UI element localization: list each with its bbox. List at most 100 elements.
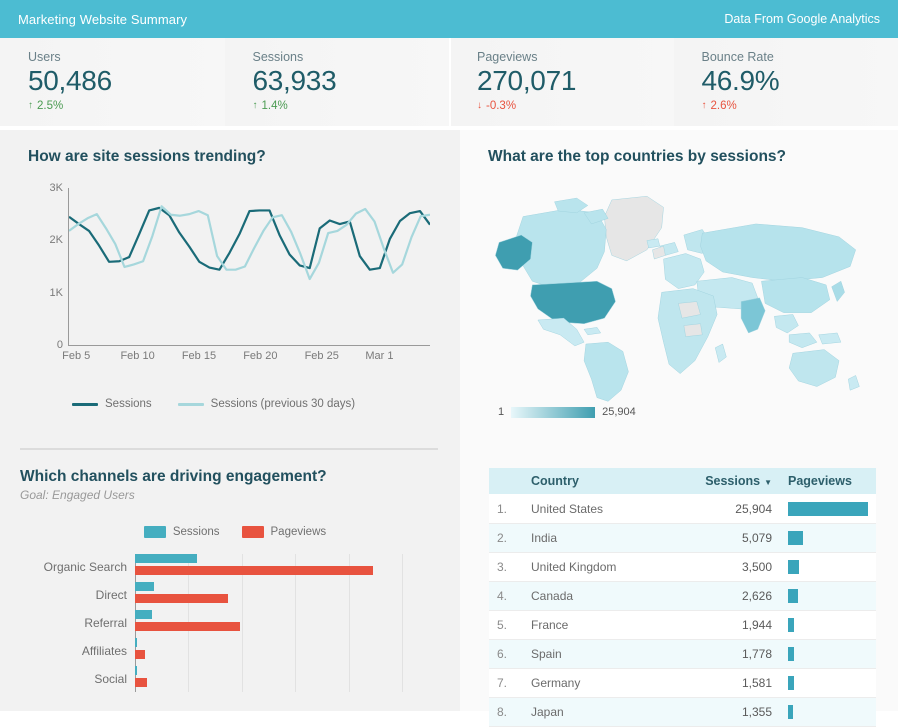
countries-map-panel: What are the top countries by sessions? [460,130,898,412]
legend-label: Sessions (previous 30 days) [211,398,355,410]
table-row[interactable]: 8.Japan1,355 [489,698,876,727]
table-row[interactable]: 4.Canada2,626 [489,582,876,611]
scorecard-label: Users [28,50,225,64]
cell-country: Japan [523,698,664,727]
pageviews-bar [788,560,799,574]
bar-pageviews [135,566,373,575]
column-header-sessions[interactable]: Sessions ▼ [664,468,780,495]
cell-country: Germany [523,669,664,698]
pageviews-bar [788,502,868,516]
y-tick-2k: 2K [50,234,63,246]
cell-pageviews [780,698,876,727]
cell-pageviews [780,669,876,698]
map-color-legend: 1 25,904 [498,406,636,418]
legend-item-sessions[interactable]: Sessions [144,526,220,538]
sessions-line-chart[interactable]: 3K 2K 1K 0 Feb 5 Feb 10 Feb 15 Feb 20 Fe… [28,188,440,368]
bar-row[interactable]: Social [135,666,440,692]
table-row[interactable]: 7.Germany1,581 [489,669,876,698]
scorecard-delta-value: -0.3% [486,100,516,112]
sort-descending-icon[interactable]: ▼ [764,478,772,487]
bar-pageviews [135,678,147,687]
channels-panel-title: Which channels are driving engagement? [20,468,440,486]
pageviews-bar [788,531,803,545]
cell-pageviews [780,582,876,611]
legend-swatch-icon [242,526,264,538]
trend-panel-title: How are site sessions trending? [28,148,440,166]
x-tick-feb-25: Feb 25 [305,350,339,362]
table-row[interactable]: 6.Spain1,778 [489,640,876,669]
scorecard-users[interactable]: Users 50,486 ↑ 2.5% [0,38,225,126]
dashboard-title: Marketing Website Summary [18,12,187,27]
world-choropleth-map[interactable]: 1 25,904 [488,180,876,412]
cell-country: United Kingdom [523,553,664,582]
scorecard-sessions[interactable]: Sessions 63,933 ↑ 1.4% [225,38,450,126]
x-tick-feb-20: Feb 20 [243,350,277,362]
cell-country: France [523,611,664,640]
column-header-sessions-label: Sessions [705,474,760,488]
bar-row[interactable]: Organic Search [135,554,440,580]
cell-pageviews [780,553,876,582]
legend-label: Sessions [173,526,220,538]
bar-category-label: Direct [96,588,127,602]
table-row[interactable]: 5.France1,944 [489,611,876,640]
x-tick-feb-15: Feb 15 [182,350,216,362]
map-panel-title: What are the top countries by sessions? [488,148,876,166]
arrow-up-icon: ↑ [702,101,707,111]
bar-row[interactable]: Affiliates [135,638,440,664]
cell-pageviews [780,611,876,640]
world-map-svg [488,180,876,412]
arrow-up-icon: ↑ [28,101,33,111]
line-series-sessions [69,208,430,270]
legend-item-pageviews[interactable]: Pageviews [242,526,327,538]
table-row[interactable]: 2.India5,079 [489,524,876,553]
bar-category-label: Referral [84,616,127,630]
legend-item-sessions-previous[interactable]: Sessions (previous 30 days) [178,398,355,410]
left-column: How are site sessions trending? 3K 2K 1K… [0,130,460,711]
column-header-country[interactable]: Country [523,468,664,495]
cell-country: United States [523,495,664,524]
x-tick-feb-5: Feb 5 [62,350,90,362]
top-countries-table[interactable]: Country Sessions ▼ Pageviews 1.United Sta… [489,468,876,727]
table-row[interactable]: 1.United States25,904 [489,495,876,524]
cell-rank: 5. [489,611,523,640]
line-chart-svg [69,188,430,345]
bar-sessions [135,554,197,563]
x-tick-feb-10: Feb 10 [120,350,154,362]
scorecard-label: Pageviews [477,50,674,64]
cell-rank: 4. [489,582,523,611]
arrow-down-icon: ↓ [477,101,482,111]
column-header-index [489,468,523,495]
y-tick-1k: 1K [50,287,63,299]
cell-rank: 1. [489,495,523,524]
bar-category-label: Social [94,672,127,686]
legend-swatch-icon [72,403,98,406]
scorecard-delta: ↑ 1.4% [253,100,450,112]
scorecard-value: 270,071 [477,65,674,97]
bar-pageviews [135,594,228,603]
bar-sessions [135,666,137,675]
scorecard-delta: ↑ 2.6% [702,100,898,112]
cell-pageviews [780,524,876,553]
bar-row[interactable]: Referral [135,610,440,636]
scorecard-bounce-rate[interactable]: Bounce Rate 46.9% ↑ 2.6% [674,38,898,126]
legend-label: Pageviews [271,526,327,538]
scorecard-pageviews[interactable]: Pageviews 270,071 ↓ -0.3% [449,38,674,126]
scorecard-delta: ↓ -0.3% [477,100,674,112]
cell-country: Spain [523,640,664,669]
table-row[interactable]: 3.United Kingdom3,500 [489,553,876,582]
bar-category-label: Organic Search [44,560,127,574]
arrow-up-icon: ↑ [253,101,258,111]
y-tick-3k: 3K [50,182,63,194]
panel-divider [20,448,438,450]
line-chart-legend: Sessions Sessions (previous 30 days) [72,398,440,410]
scorecard-delta: ↑ 2.5% [28,100,225,112]
legend-swatch-icon [178,403,204,406]
column-header-pageviews[interactable]: Pageviews [780,468,876,495]
bar-row[interactable]: Direct [135,582,440,608]
scorecard-row: Users 50,486 ↑ 2.5% Sessions 63,933 ↑ 1.… [0,38,898,130]
channels-bar-chart[interactable]: Organic SearchDirectReferralAffiliatesSo… [20,554,440,692]
legend-item-sessions[interactable]: Sessions [72,398,152,410]
pageviews-bar [788,589,798,603]
scorecard-label: Sessions [253,50,450,64]
cell-sessions: 2,626 [664,582,780,611]
